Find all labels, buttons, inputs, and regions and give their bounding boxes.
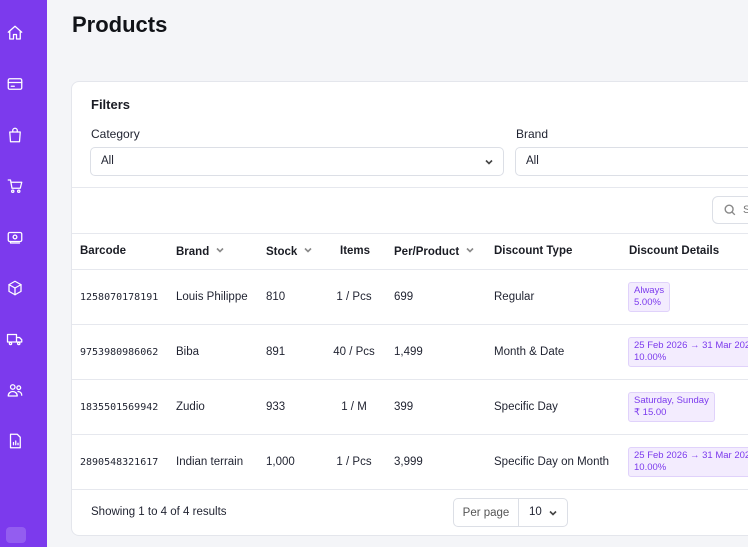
column-header-label: Discount Details bbox=[629, 245, 720, 257]
column-header-brand[interactable]: Brand bbox=[176, 245, 225, 258]
discount-type-cell: Regular bbox=[494, 291, 535, 303]
divider bbox=[72, 187, 748, 188]
sidebar-collapse-handle[interactable] bbox=[6, 527, 26, 543]
row-divider bbox=[72, 434, 748, 435]
search-icon bbox=[723, 203, 737, 222]
brand-cell: Louis Philippe bbox=[176, 291, 248, 303]
discount-type-cell: Specific Day bbox=[494, 401, 558, 413]
stock-cell: 1,000 bbox=[266, 456, 295, 468]
search-input[interactable] bbox=[743, 202, 748, 218]
credit-card-icon[interactable] bbox=[5, 74, 25, 94]
category-select-value: All bbox=[101, 155, 114, 167]
report-icon[interactable] bbox=[5, 431, 25, 451]
brand-cell: Indian terrain bbox=[176, 456, 244, 468]
column-header-items[interactable]: Items bbox=[340, 245, 370, 257]
column-header-per-product[interactable]: Per/Product bbox=[394, 245, 475, 258]
category-select[interactable]: All bbox=[90, 147, 504, 176]
barcode-cell: 2890548321617 bbox=[80, 457, 159, 468]
discount-type-cell: Month & Date bbox=[494, 346, 565, 358]
items-cell: 1 / Pcs bbox=[336, 456, 372, 468]
table-header-bottom-line bbox=[72, 269, 748, 270]
discount-details-badge: Always 5.00% bbox=[628, 282, 671, 312]
search-box[interactable] bbox=[712, 196, 748, 224]
home-icon[interactable] bbox=[5, 23, 25, 43]
discount-details-line2: ₹ 15.00 bbox=[634, 407, 667, 418]
column-header-label: Brand bbox=[176, 245, 210, 258]
column-header-label: Barcode bbox=[80, 245, 127, 257]
discount-details-line2: 10.00% bbox=[634, 352, 667, 363]
per-product-cell: 1,499 bbox=[394, 346, 423, 358]
barcode-cell: 1258070178191 bbox=[80, 292, 159, 303]
discount-details-line1: 25 Feb 2026 → 31 Mar 2026 bbox=[634, 450, 748, 461]
stock-cell: 810 bbox=[266, 291, 286, 303]
items-cell: 1 / M bbox=[341, 401, 367, 413]
users-icon[interactable] bbox=[5, 380, 25, 400]
per-page-label: Per page bbox=[454, 499, 519, 526]
app-frame: Products Filters Category All Brand All … bbox=[0, 0, 748, 547]
per-product-cell: 399 bbox=[394, 401, 414, 413]
chevron-down-icon bbox=[465, 245, 475, 258]
column-header-barcode[interactable]: Barcode bbox=[80, 245, 126, 257]
discount-details-line2: 10.00% bbox=[634, 462, 667, 473]
shopping-bag-icon[interactable] bbox=[5, 125, 25, 145]
filters-title: Filters bbox=[91, 97, 131, 112]
brand-label: Brand bbox=[516, 127, 549, 141]
items-cell: 40 / Pcs bbox=[333, 346, 375, 358]
stock-cell: 933 bbox=[266, 401, 286, 413]
discount-details-badge: 25 Feb 2026 → 31 Mar 2026 10.00% bbox=[628, 337, 748, 367]
brand-cell: Biba bbox=[176, 346, 200, 358]
column-header-label: Per/Product bbox=[394, 245, 460, 258]
per-page-select[interactable]: Per page 10 bbox=[453, 498, 568, 527]
discount-details-line1: 25 Feb 2026 → 31 Mar 2026 bbox=[634, 340, 748, 351]
category-label: Category bbox=[91, 127, 140, 141]
brand-select-value: All bbox=[526, 155, 539, 167]
barcode-cell: 1835501569942 bbox=[80, 402, 159, 413]
stock-cell: 891 bbox=[266, 346, 286, 358]
discount-details-line1: Always bbox=[634, 285, 665, 296]
chevron-down-icon bbox=[484, 157, 494, 167]
column-header-discount-type[interactable]: Discount Type bbox=[494, 245, 572, 257]
row-divider bbox=[72, 379, 748, 380]
cart-icon[interactable] bbox=[5, 176, 25, 196]
per-product-cell: 699 bbox=[394, 291, 414, 303]
discount-details-line2: 5.00% bbox=[634, 297, 661, 308]
brand-cell: Zudio bbox=[176, 401, 205, 413]
products-card: Filters Category All Brand All Barcode B… bbox=[71, 81, 748, 536]
discount-details-badge: Saturday, Sunday ₹ 15.00 bbox=[628, 392, 715, 422]
barcode-cell: 9753980986062 bbox=[80, 347, 159, 358]
cash-icon[interactable] bbox=[5, 227, 25, 247]
chevron-down-icon bbox=[215, 245, 225, 258]
discount-details-badge: 25 Feb 2026 → 31 Mar 2026 10.00% bbox=[628, 447, 748, 477]
per-page-value: 10 bbox=[529, 506, 542, 518]
row-divider bbox=[72, 489, 748, 490]
truck-icon[interactable] bbox=[5, 329, 25, 349]
column-header-label: Items bbox=[340, 245, 371, 257]
chevron-down-icon bbox=[548, 508, 558, 521]
pagination-summary: Showing 1 to 4 of 4 results bbox=[91, 506, 227, 518]
column-header-stock[interactable]: Stock bbox=[266, 245, 313, 258]
brand-select[interactable]: All bbox=[515, 147, 748, 176]
items-cell: 1 / Pcs bbox=[336, 291, 372, 303]
column-header-label: Discount Type bbox=[494, 245, 573, 257]
per-page-dropdown[interactable]: 10 bbox=[519, 499, 567, 526]
discount-details-line1: Saturday, Sunday bbox=[634, 395, 709, 406]
table-header-top-line bbox=[72, 233, 748, 234]
column-header-discount-details[interactable]: Discount Details bbox=[629, 245, 719, 257]
row-divider bbox=[72, 324, 748, 325]
column-header-label: Stock bbox=[266, 245, 298, 258]
per-product-cell: 3,999 bbox=[394, 456, 423, 468]
sidebar bbox=[0, 0, 47, 547]
chevron-down-icon bbox=[303, 245, 313, 258]
discount-type-cell: Specific Day on Month bbox=[494, 456, 610, 468]
page-title: Products bbox=[72, 12, 168, 37]
box-icon[interactable] bbox=[5, 278, 25, 298]
